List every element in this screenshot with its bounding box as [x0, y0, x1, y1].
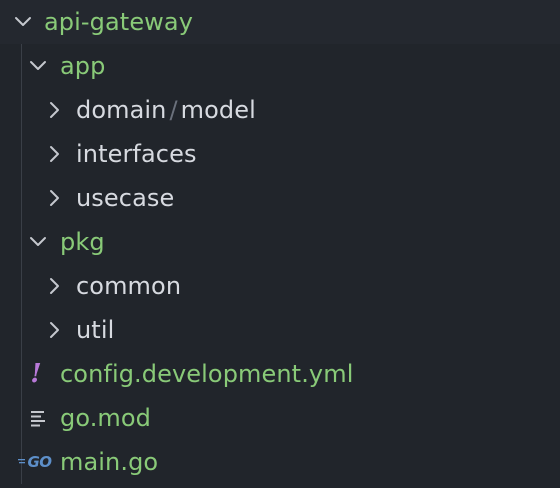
file-label: go.mod: [60, 404, 152, 432]
chevron-right-icon[interactable]: [43, 99, 65, 121]
indent-guide: [21, 220, 22, 264]
tree-folder-util[interactable]: util: [0, 308, 560, 352]
tree-folder-usecase[interactable]: usecase: [0, 176, 560, 220]
indent-guide: [21, 308, 22, 352]
tree-folder-interfaces[interactable]: interfaces: [0, 132, 560, 176]
folder-label: api-gateway: [44, 8, 194, 36]
tree-folder-domain-model[interactable]: domain / model: [0, 88, 560, 132]
chevron-down-icon[interactable]: [27, 231, 49, 253]
tree-folder-pkg[interactable]: pkg: [0, 220, 560, 264]
indent-guide: [21, 44, 22, 88]
folder-label: util: [76, 316, 115, 344]
tree-folder-common[interactable]: common: [0, 264, 560, 308]
folder-label: common: [76, 272, 182, 300]
folder-label: interfaces: [76, 140, 197, 168]
folder-name-model: model: [180, 96, 256, 124]
tree-folder-app[interactable]: app: [0, 44, 560, 88]
chevron-down-icon[interactable]: [27, 55, 49, 77]
tree-file-go-mod[interactable]: go.mod: [0, 396, 560, 440]
indent-guide: [21, 352, 22, 396]
file-explorer-tree: api-gateway app domain / model interfaces …: [0, 0, 560, 488]
folder-name-domain: domain: [76, 96, 167, 124]
chevron-right-icon[interactable]: [43, 143, 65, 165]
indent-guide: [21, 132, 22, 176]
yaml-icon-glyph: !: [30, 359, 42, 389]
folder-label: pkg: [60, 228, 105, 256]
go-icon-glyph: GO: [27, 453, 52, 471]
folder-label: usecase: [76, 184, 175, 212]
lines-icon: [28, 396, 50, 440]
indent-guide: [21, 396, 22, 440]
folder-label: domain / model: [76, 88, 256, 132]
tree-file-config-development-yml[interactable]: ! config.development.yml: [0, 352, 560, 396]
file-label: main.go: [60, 448, 159, 476]
tree-folder-api-gateway[interactable]: api-gateway: [0, 0, 560, 44]
chevron-right-icon[interactable]: [43, 275, 65, 297]
go-icon: GO: [16, 440, 54, 484]
file-label: config.development.yml: [60, 360, 354, 388]
tree-file-main-go[interactable]: GO main.go: [0, 440, 560, 484]
yaml-icon: !: [28, 352, 44, 396]
chevron-down-icon[interactable]: [12, 11, 34, 33]
path-separator: /: [169, 96, 178, 124]
indent-guide: [21, 88, 22, 132]
chevron-right-icon[interactable]: [43, 187, 65, 209]
folder-label: app: [60, 52, 106, 80]
chevron-right-icon[interactable]: [43, 319, 65, 341]
indent-guide: [21, 264, 22, 308]
indent-guide: [21, 176, 22, 220]
